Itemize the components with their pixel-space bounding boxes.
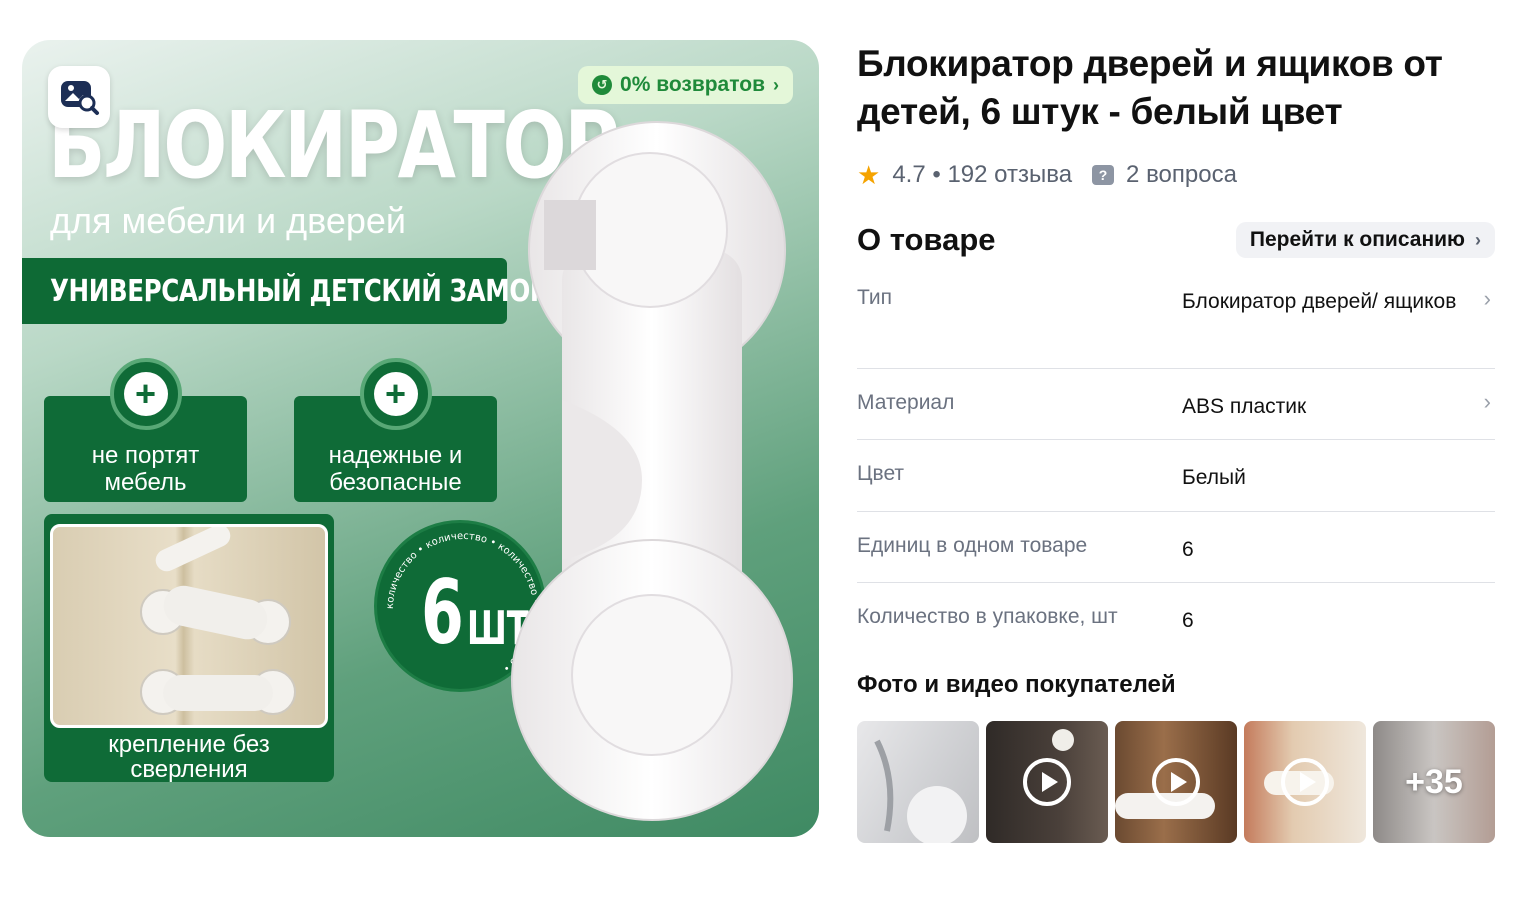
spec-value: Блокиратор дверей/ ящиков bbox=[1182, 290, 1457, 313]
spec-row-type[interactable]: Тип Блокиратор дверей/ ящиков › bbox=[857, 282, 1495, 369]
feature-card-2: + надежные и безопасные bbox=[294, 358, 497, 502]
more-media-count: +35 bbox=[1405, 762, 1463, 801]
spec-value: 6 bbox=[1182, 609, 1194, 632]
feature-1-line1: не портят bbox=[91, 442, 200, 469]
customer-photo-thumb[interactable] bbox=[857, 721, 979, 843]
image-search-icon bbox=[61, 81, 99, 115]
returns-badge-label: 0% возвратов bbox=[620, 73, 765, 96]
chevron-right-icon: › bbox=[1483, 389, 1491, 414]
spec-value: ABS пластик bbox=[1182, 395, 1307, 418]
spec-table: Тип Блокиратор дверей/ ящиков › Материал… bbox=[857, 282, 1495, 645]
product-title: Блокиратор дверей и ящиков от детей, 6 ш… bbox=[857, 43, 1443, 132]
spec-value: 6 bbox=[1182, 538, 1194, 561]
spec-key: Цвет bbox=[857, 462, 905, 485]
plus-icon: + bbox=[109, 358, 182, 430]
chevron-right-icon: › bbox=[1483, 286, 1491, 311]
spec-row-material[interactable]: Материал ABS пластик › bbox=[857, 369, 1495, 440]
image-search-button[interactable] bbox=[48, 66, 110, 128]
play-icon bbox=[1152, 758, 1200, 806]
child-lock-product bbox=[511, 121, 793, 821]
spec-key: Тип bbox=[857, 286, 893, 309]
plus-icon: + bbox=[359, 358, 432, 430]
customer-media-title: Фото и видео покупателей bbox=[857, 671, 1176, 698]
quantity-number: 6 bbox=[421, 561, 464, 664]
return-arrow-icon: ↺ bbox=[592, 75, 613, 95]
rating-row: ★ 4.7 • 192 отзыва ? 2 вопроса bbox=[857, 159, 1237, 190]
rating-value[interactable]: 4.7 bbox=[892, 161, 925, 189]
go-to-description-button[interactable]: Перейти к описанию › bbox=[1235, 222, 1495, 258]
chevron-right-icon: › bbox=[1475, 229, 1481, 250]
about-header: О товаре Перейти к описанию › bbox=[857, 222, 1495, 258]
spec-row-pack-qty: Количество в упаковке, шт 6 bbox=[857, 583, 1495, 645]
about-title: О товаре bbox=[857, 222, 996, 257]
mount-photo bbox=[50, 524, 328, 728]
product-main-image[interactable]: ↺ 0% возвратов › БЛОКИРАТОР для мебели и… bbox=[22, 40, 819, 837]
returns-badge[interactable]: ↺ 0% возвратов › bbox=[578, 66, 793, 104]
customer-media-strip: +35 bbox=[857, 721, 1495, 843]
feature-2-line2: безопасные bbox=[329, 469, 462, 496]
feature-card-1: + не портят мебель bbox=[44, 358, 247, 502]
more-media-thumb[interactable]: +35 bbox=[1373, 721, 1495, 843]
mount-caption-line2: сверления bbox=[130, 756, 248, 783]
customer-video-thumb[interactable] bbox=[1244, 721, 1366, 843]
mount-caption-line1: крепление без bbox=[108, 731, 270, 758]
spec-key: Количество в упаковке, шт bbox=[857, 605, 1118, 628]
spec-key: Материал bbox=[857, 391, 955, 414]
promo-banner: УНИВЕРСАЛЬНЫЙ ДЕТСКИЙ ЗАМОК bbox=[22, 258, 550, 324]
chevron-right-icon: › bbox=[773, 74, 779, 95]
play-icon bbox=[1281, 758, 1329, 806]
hero-subtitle: для мебели и дверей bbox=[50, 200, 407, 241]
spec-key: Единиц в одном товаре bbox=[857, 534, 1088, 557]
promo-banner-text: УНИВЕРСАЛЬНЫЙ ДЕТСКИЙ ЗАМОК bbox=[50, 273, 550, 309]
go-to-description-label: Перейти к описанию bbox=[1249, 228, 1465, 251]
play-icon bbox=[1023, 758, 1071, 806]
star-icon: ★ bbox=[857, 159, 881, 190]
product-info: Блокиратор дверей и ящиков от детей, 6 ш… bbox=[857, 40, 1495, 843]
spec-row-color: Цвет Белый bbox=[857, 440, 1495, 512]
mount-card: крепление без сверления bbox=[44, 514, 334, 782]
feature-2-line1: надежные и bbox=[328, 442, 463, 469]
spec-value: Белый bbox=[1182, 466, 1246, 489]
question-icon: ? bbox=[1092, 165, 1115, 185]
questions-link[interactable]: 2 вопроса bbox=[1126, 161, 1237, 189]
customer-video-thumb[interactable] bbox=[1115, 721, 1237, 843]
feature-1-line2: мебель bbox=[104, 469, 187, 496]
reviews-link[interactable]: 192 отзыва bbox=[947, 161, 1072, 189]
customer-video-thumb[interactable] bbox=[986, 721, 1108, 843]
spec-row-units: Единиц в одном товаре 6 bbox=[857, 512, 1495, 583]
